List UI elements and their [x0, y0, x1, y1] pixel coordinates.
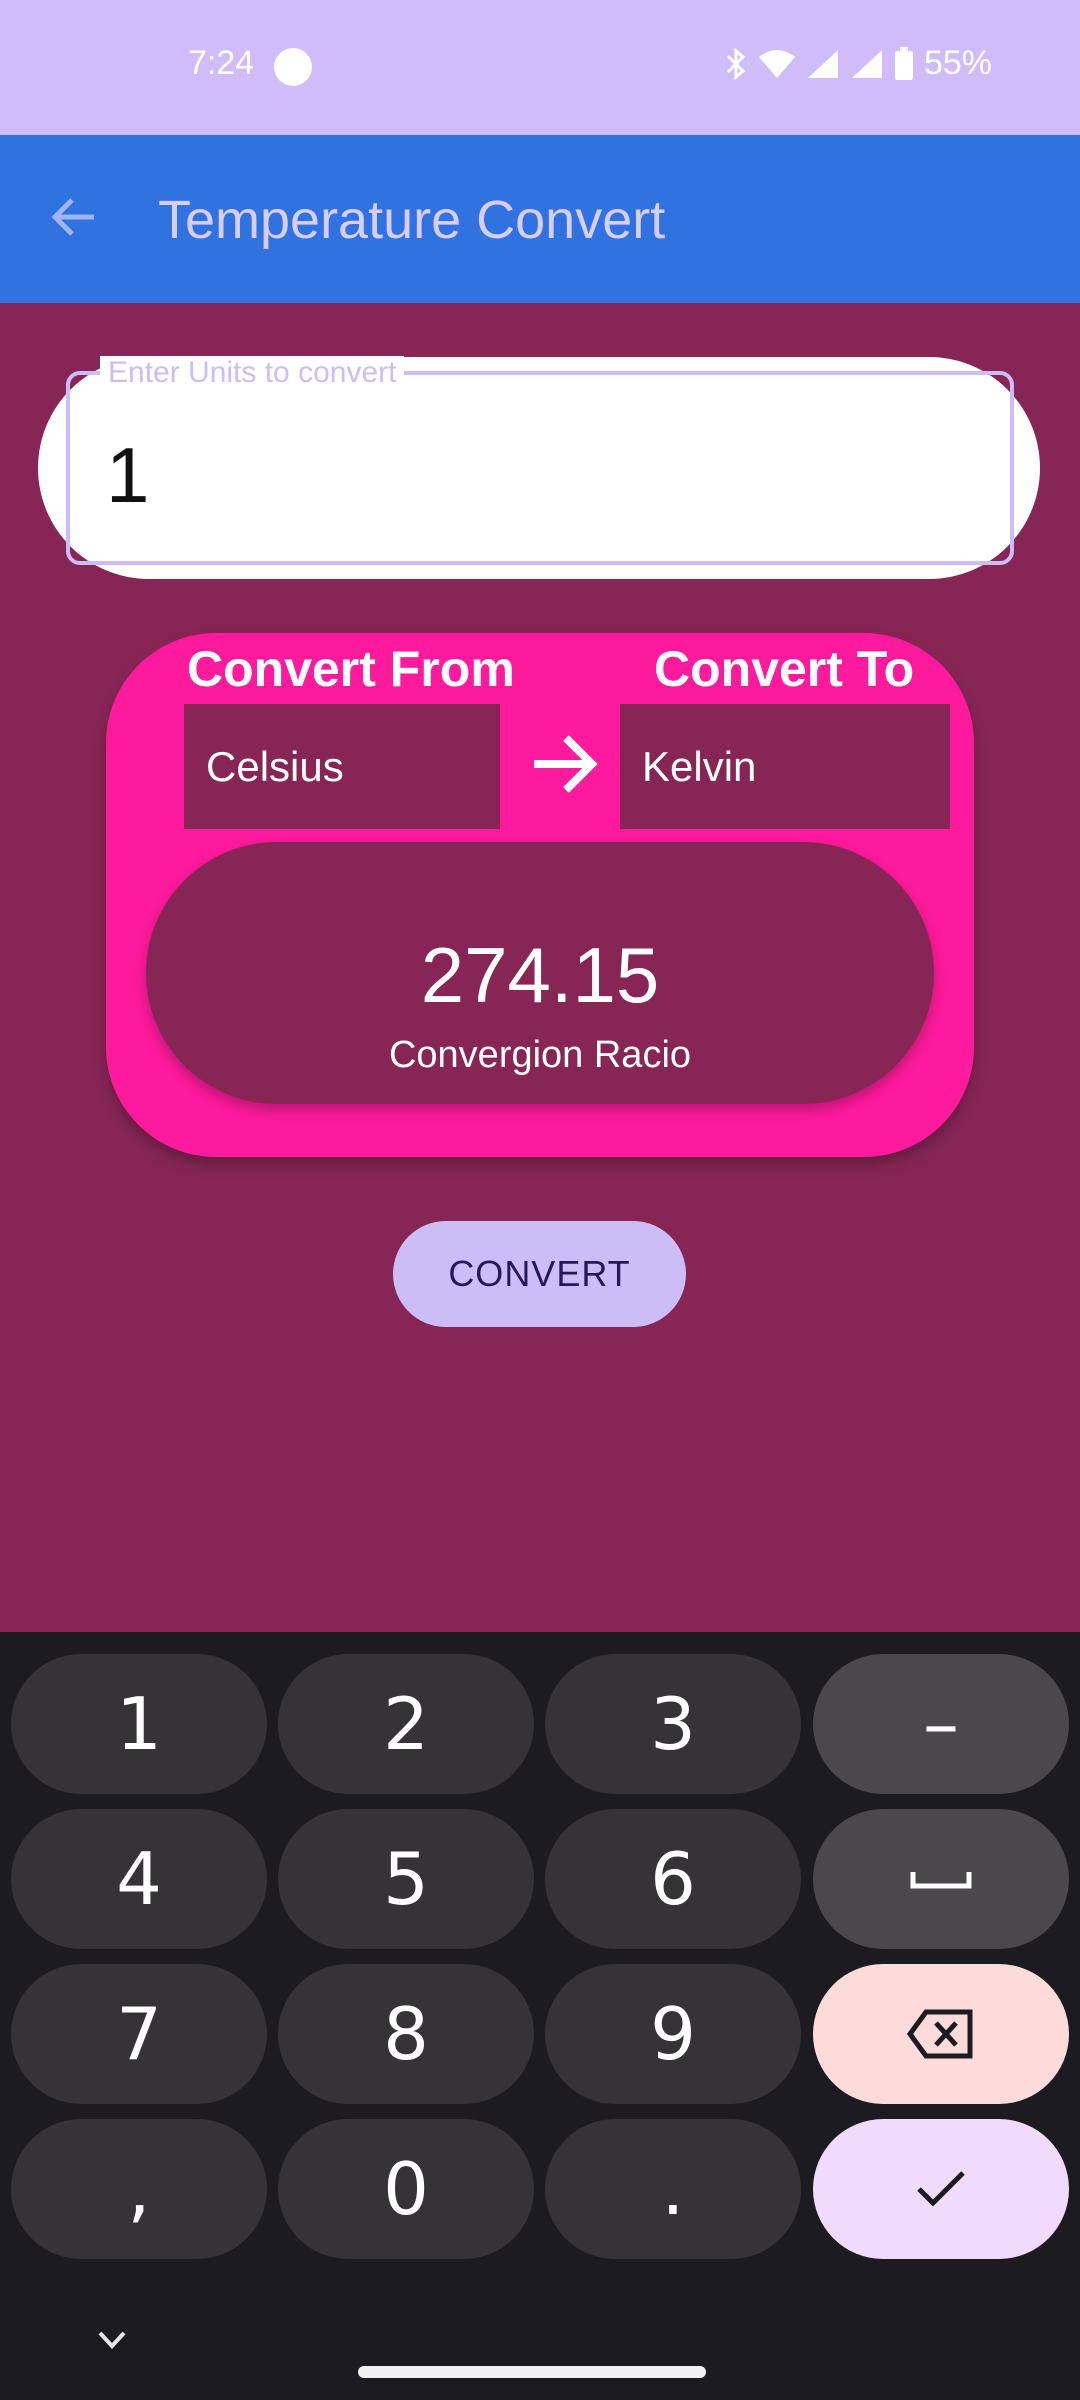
key-8[interactable]: 8 [278, 1964, 534, 2104]
checkmark-icon [917, 2171, 965, 2207]
back-arrow-icon[interactable] [44, 187, 104, 247]
chevron-down-icon[interactable] [92, 2320, 132, 2360]
convert-from-dropdown[interactable]: Celsius [184, 704, 500, 829]
key-minus[interactable]: – [813, 1654, 1069, 1794]
result-value: 274.15 [420, 931, 660, 1019]
key-1[interactable]: 1 [11, 1654, 267, 1794]
convert-to-dropdown[interactable]: Kelvin [620, 704, 950, 829]
convert-from-heading: Convert From [187, 641, 515, 697]
key-7[interactable]: 7 [11, 1964, 267, 2104]
key-3[interactable]: 3 [545, 1654, 801, 1794]
app-bar: Temperature Convert [0, 135, 1080, 303]
status-bar: 7:24 55% [0, 0, 1080, 135]
key-backspace[interactable] [813, 1964, 1069, 2104]
key-5[interactable]: 5 [278, 1809, 534, 1949]
result-label: Convergion Racio [388, 1034, 692, 1076]
signal-icon-2 [851, 49, 882, 78]
key-0[interactable]: 0 [278, 2119, 534, 2259]
key-space[interactable] [813, 1809, 1069, 1949]
wifi-icon [758, 49, 795, 78]
convert-to-heading: Convert To [654, 641, 915, 697]
signal-icon [807, 49, 838, 78]
battery-icon [894, 46, 913, 80]
convert-button[interactable]: CONVERT [393, 1221, 686, 1327]
right-arrow-icon [534, 735, 598, 793]
status-time: 7:24 [188, 44, 255, 82]
key-comma[interactable]: , [11, 2119, 267, 2259]
page-title: Temperature Convert [158, 190, 666, 250]
notification-app-icon [274, 48, 312, 86]
status-icons: 55% [724, 44, 992, 83]
key-4[interactable]: 4 [11, 1809, 267, 1949]
space-icon [910, 1872, 972, 1889]
backspace-icon [906, 2009, 973, 2059]
key-9[interactable]: 9 [545, 1964, 801, 2104]
battery-percent: 55% [923, 44, 992, 82]
key-done[interactable] [813, 2119, 1069, 2259]
bluetooth-icon [726, 47, 746, 80]
key-period[interactable]: . [545, 2119, 801, 2259]
units-input-label: Enter Units to convert [100, 356, 405, 390]
units-input-value[interactable]: 1 [106, 430, 149, 521]
units-input-field[interactable] [66, 371, 1014, 565]
home-indicator[interactable] [358, 2366, 706, 2378]
key-2[interactable]: 2 [278, 1654, 534, 1794]
key-6[interactable]: 6 [545, 1809, 801, 1949]
